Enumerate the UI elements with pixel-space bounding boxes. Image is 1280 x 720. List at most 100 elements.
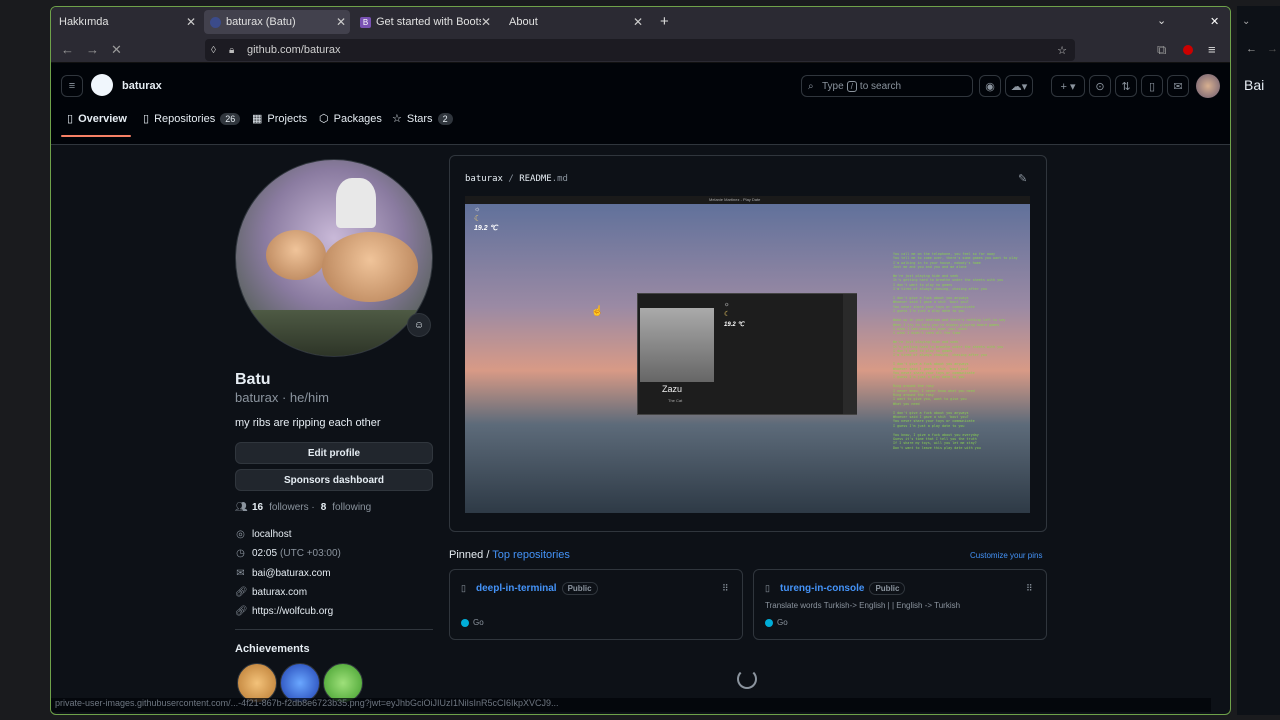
pinned-heading: Pinned / Top repositories [449,549,570,561]
achievement-badge-pair[interactable] [323,663,363,703]
copilot-menu-icon[interactable]: ☁▾ [1005,75,1033,97]
close-icon[interactable]: ✕ [633,15,643,29]
close-window-icon[interactable]: ✕ [1210,15,1219,28]
ground-image [236,310,432,356]
search-placeholder: Type [822,80,844,92]
edit-pencil-icon[interactable]: ✎ [1018,172,1027,185]
mail-icon: ✉ [236,568,245,579]
player-subtitle: The Cat [668,398,683,403]
shield-icon: ◊ [211,44,216,56]
link-icon: 🔗︎ [235,606,248,617]
tab-label: About [509,16,538,28]
github-logo-icon[interactable] [91,74,113,96]
back-icon[interactable]: ← [1246,43,1257,55]
lyrics-text: You call me on the telephone, you feel s… [893,252,1018,450]
cursor-icon: ☝ [591,306,604,317]
inbox-icon[interactable]: ✉ [1167,75,1189,97]
readme-path-user[interactable]: baturax [465,174,503,184]
sponsors-dashboard-button[interactable]: Sponsors dashboard [235,469,433,491]
copilot-icon[interactable]: ◉ [979,75,1001,97]
ublock-icon[interactable] [1183,45,1193,55]
user-avatar-small[interactable] [1196,74,1220,98]
star-icon[interactable]: ☆ [1057,44,1067,57]
stop-icon[interactable]: ✕ [111,42,122,58]
hamburger-icon[interactable]: ≡ [61,75,83,97]
tab-about[interactable]: About ✕ [503,10,647,34]
search-input[interactable]: ⌕ Type / to search [801,75,973,97]
chevron-down-icon[interactable]: ⌄ [1242,16,1250,27]
sun-icon: ☼ [724,302,730,308]
close-icon[interactable]: ✕ [480,15,491,29]
edit-profile-button[interactable]: Edit profile [235,442,433,464]
local-time: 02:05 [252,548,278,559]
tab-label: baturax (Batu) [226,16,296,28]
close-icon[interactable]: ✕ [186,15,196,29]
website-link[interactable]: baturax.com [252,587,307,598]
close-icon[interactable]: ✕ [336,15,346,29]
readme-filename: README [519,174,552,184]
search-shortcut: / [846,80,857,92]
forward-icon[interactable]: → [1267,43,1278,55]
repo-title-row: tureng-in-console Public [780,582,906,595]
achievement-badge-shark[interactable] [280,663,320,703]
tab-projects[interactable]: ▦ Projects [252,112,308,126]
tab-bootstrap[interactable]: B Get started with Bootstr ✕ [354,10,495,34]
tab-stars[interactable]: ☆ Stars 2 [392,112,453,125]
music-player-window: Zazu The Cat ☼ ☾ 19.2 ℃ [637,293,857,415]
header-username[interactable]: baturax [122,80,162,92]
social-link[interactable]: https://wolfcub.org [252,606,333,617]
set-status-button[interactable]: ☺ [407,313,431,337]
readme-ext: .md [551,174,568,184]
pinned-separator: / [486,549,490,561]
email-link[interactable]: bai@baturax.com [252,568,331,579]
tab-hakkimda[interactable]: Hakkımda ✕ [53,10,200,34]
readme-screenshot: Melanie Martinez - Play Date ☼ ☾ 19.2 ℃ … [465,196,1030,513]
create-new-icon[interactable]: + ▾ [1051,75,1085,97]
table-icon: ▦ [252,113,263,125]
chevron-down-icon[interactable]: ⌄ [1157,14,1166,27]
customize-pins-link[interactable]: Customize your pins [970,551,1042,560]
repo-name-link[interactable]: tureng-in-console [780,583,864,594]
profile-name: Batu [235,371,271,388]
menu-icon[interactable]: ≡ [1208,42,1216,57]
album-art-image [640,308,714,382]
extensions-icon[interactable]: ⧉ [1157,42,1166,58]
tab-repositories[interactable]: ▯ Repositories 26 [143,112,241,125]
tab-label: Packages [333,112,382,125]
path-separator: / [508,174,514,184]
forward-icon[interactable]: → [86,42,99,57]
tab-label: Projects [267,112,308,125]
moon-icon: ☾ [724,311,731,318]
followers-count[interactable]: 16 [252,502,263,513]
followers-link[interactable]: followers · [269,502,315,513]
location-text: localhost [252,529,292,540]
top-repositories-link[interactable]: Top repositories [492,549,570,561]
star-icon: ☆ [392,113,402,125]
drag-handle-icon[interactable]: ⠿ [1026,583,1033,594]
repo-name-link[interactable]: deepl-in-terminal [476,583,557,594]
discussions-icon[interactable]: ▯ [1141,75,1163,97]
achievement-badge-cowboy[interactable] [237,663,277,703]
tab-packages[interactable]: ⬡ Packages [319,112,382,126]
readme-path: baturax / README.md [465,174,568,184]
profile-handle: baturax · he/him [235,390,329,405]
search-icon: ⌕ [808,80,814,92]
visibility-badge: Public [869,582,906,595]
tab-overview[interactable]: ▯ Overview [67,112,127,126]
new-tab-icon[interactable]: + [660,13,669,30]
issues-icon[interactable]: ⊙ [1089,75,1111,97]
pull-requests-icon[interactable]: ⇅ [1115,75,1137,97]
sun-icon: ☼ [474,206,481,213]
profile-avatar[interactable] [235,159,433,357]
link-icon: 🔗︎ [235,587,248,598]
language-label: Go [473,618,484,627]
tab-baturax[interactable]: baturax (Batu) ✕ [204,10,350,34]
drag-handle-icon[interactable]: ⠿ [722,583,729,594]
back-icon[interactable]: ← [61,42,74,57]
divider [235,629,433,630]
language-label: Go [777,618,788,627]
url-bar[interactable]: ◊ 🔒︎ github.com/baturax ☆ [205,39,1075,61]
package-icon: ⬡ [319,113,329,125]
following-count[interactable]: 8 [321,502,327,513]
following-link[interactable]: following [332,502,371,513]
